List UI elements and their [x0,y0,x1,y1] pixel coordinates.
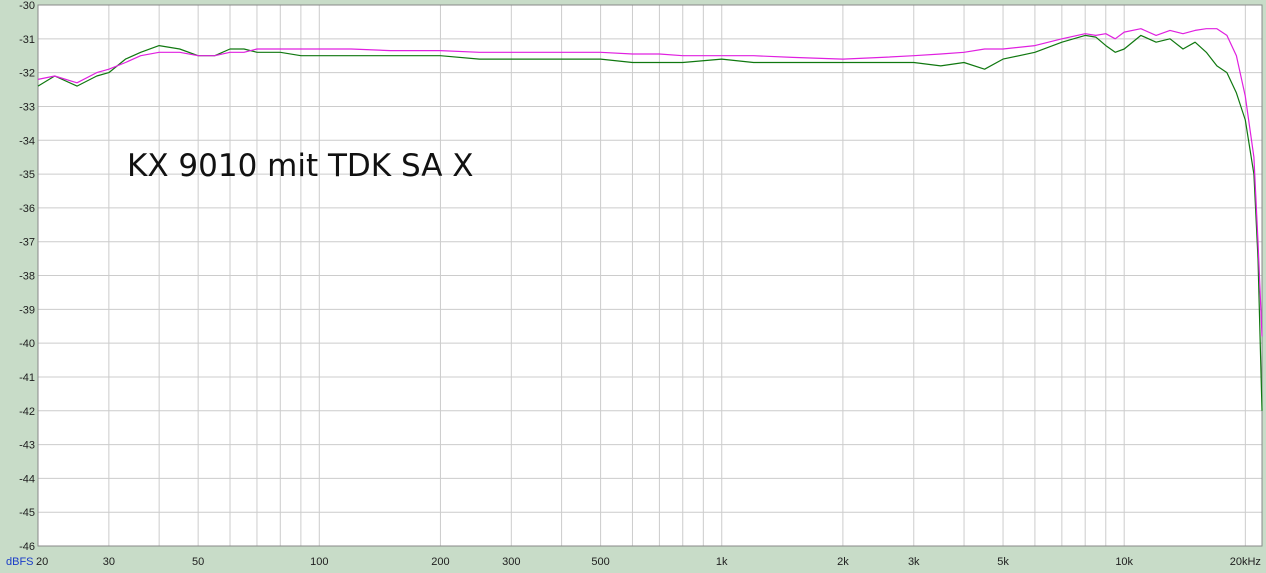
y-tick-label: -35 [19,169,35,181]
x-tick-label: 3k [908,556,920,568]
x-tick-label: 30 [103,556,115,568]
y-tick-label: -34 [19,135,35,147]
y-unit-label: dBFS [6,556,34,568]
x-tick-label: 2k [837,556,849,568]
y-tick-label: -31 [19,34,35,46]
frequency-response-chart: -30 -31 -32 -33 -34 -35 -36 -37 -38 -39 -40 -41 -42 -… [0,0,1266,568]
y-tick-label: -43 [19,440,35,452]
chart-annotation: KX 9010 mit TDK SA X [127,148,474,184]
y-tick-label: -45 [19,507,35,519]
x-tick-label: 5k [997,556,1009,568]
x-tick-label: 50 [192,556,204,568]
y-tick-label: -33 [19,101,35,113]
y-tick-label: -38 [19,271,35,283]
y-tick-label: -32 [19,68,35,80]
y-tick-label: -39 [19,304,35,316]
x-tick-label: 10k [1115,556,1133,568]
x-tick-label: 300 [502,556,520,568]
x-tick-label: 20 [36,556,48,568]
y-tick-label: -46 [19,541,35,553]
y-tick-label: -30 [19,0,35,12]
x-tick-label: 200 [431,556,449,568]
y-tick-label: -40 [19,338,35,350]
y-tick-label: -42 [19,406,35,418]
x-tick-label: 100 [310,556,328,568]
y-tick-label: -44 [19,473,35,485]
y-tick-label: -36 [19,203,35,215]
x-tick-label: 1k [716,556,728,568]
y-tick-label: -37 [19,237,35,249]
chart-canvas: -30 -31 -32 -33 -34 -35 -36 -37 -38 -39 -40 -41 -42 -… [0,0,1266,568]
y-tick-label: -41 [19,372,35,384]
x-tick-label: 500 [591,556,609,568]
x-tick-label: 20kHz [1230,556,1261,568]
